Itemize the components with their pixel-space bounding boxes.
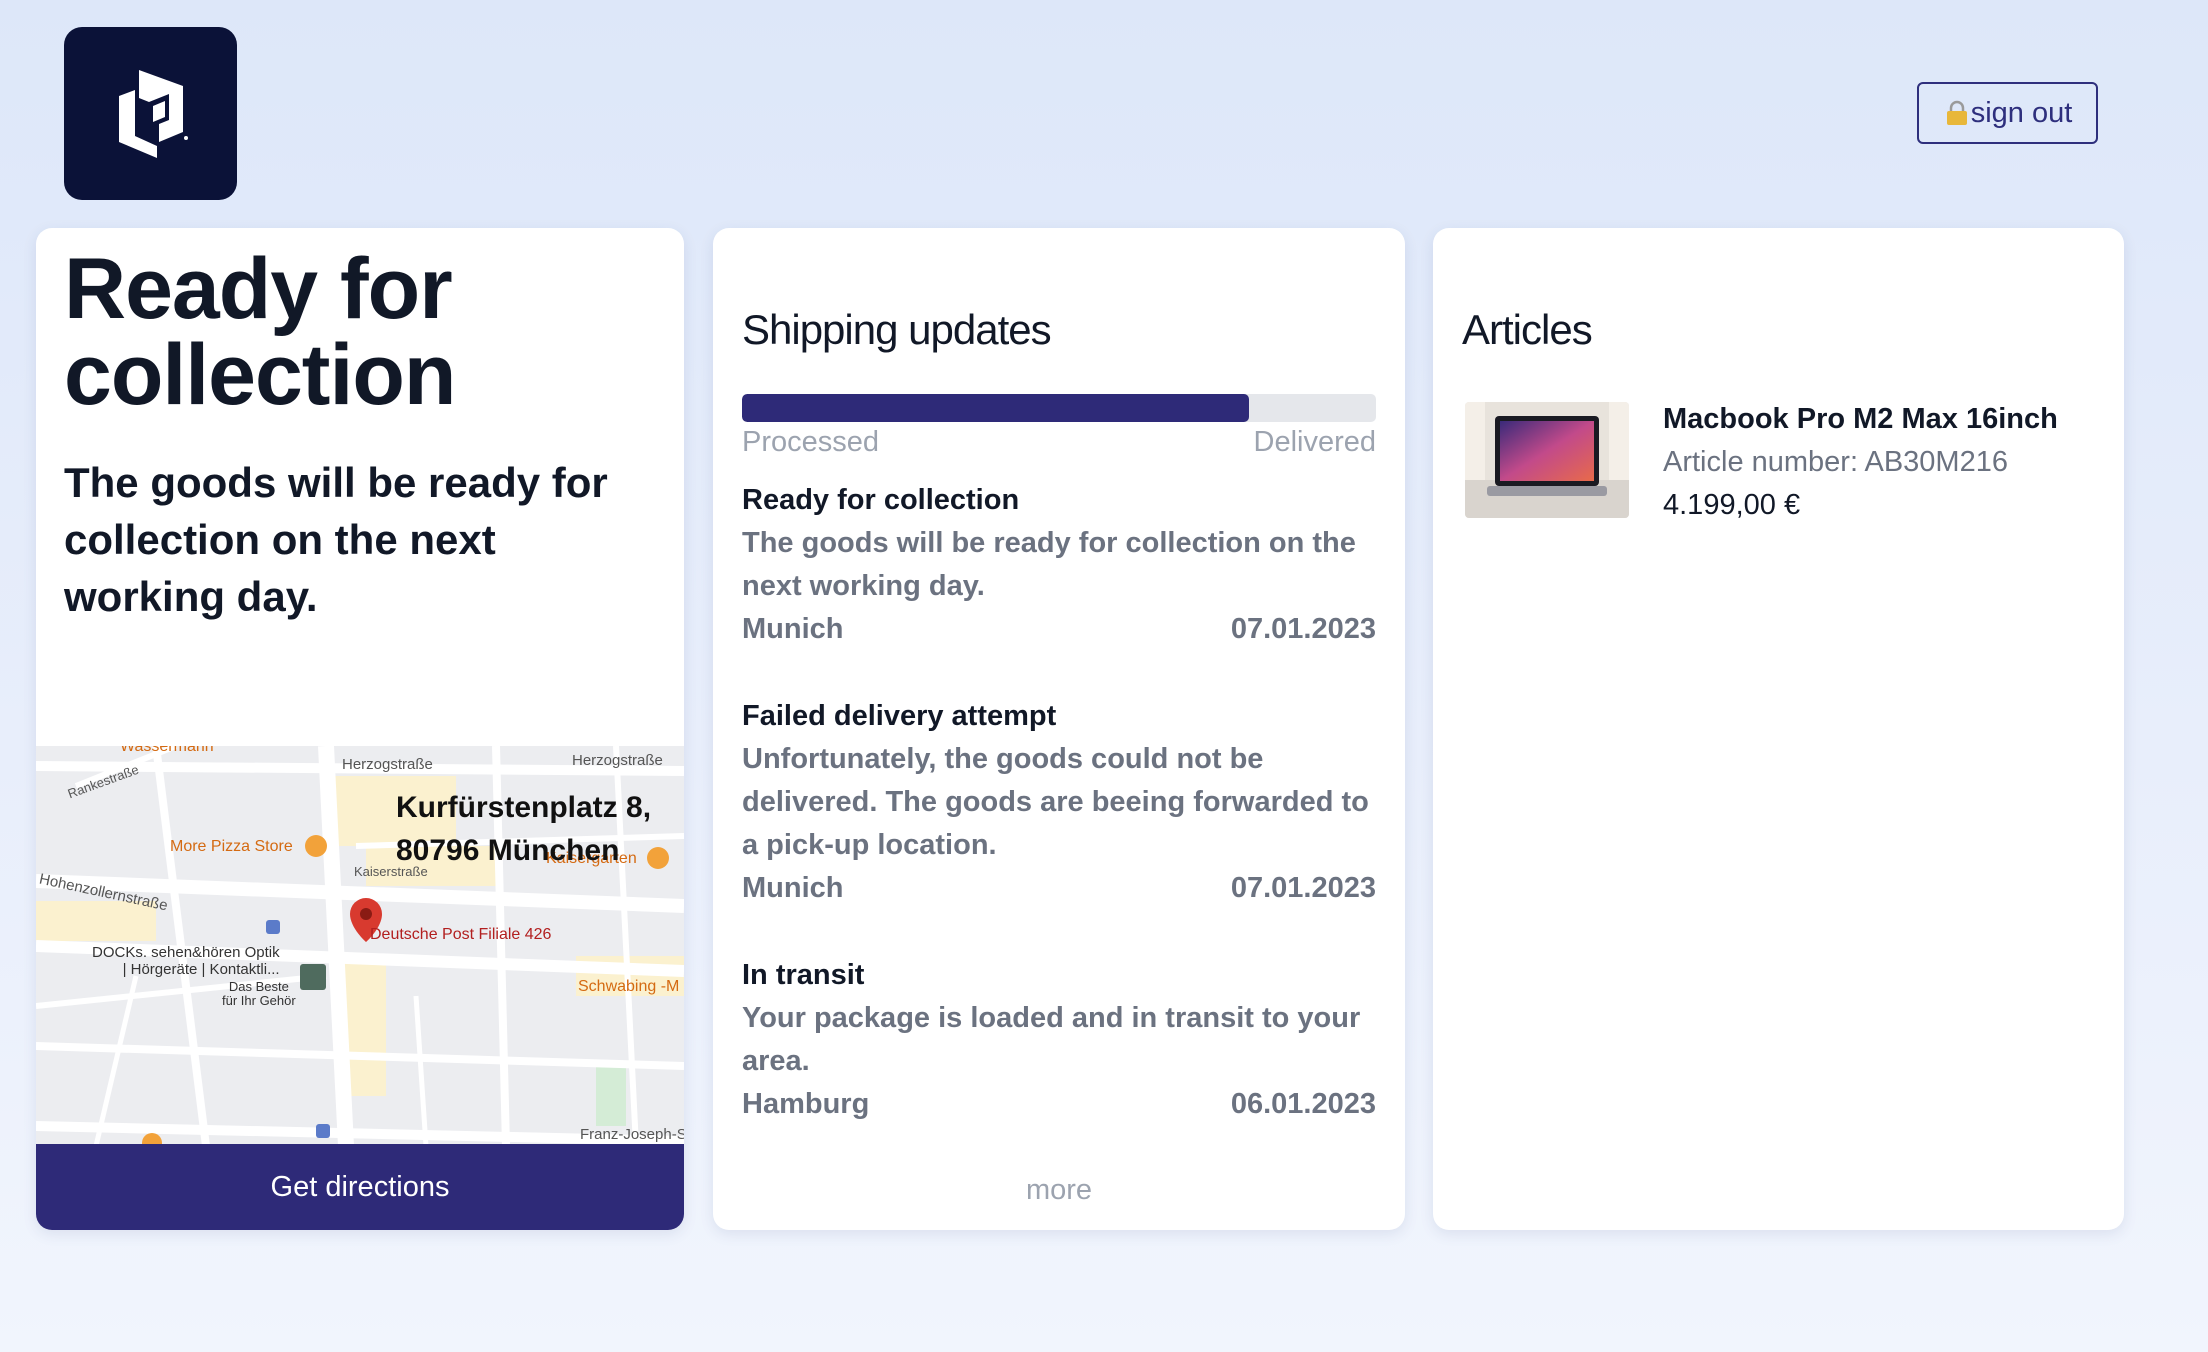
update-date: 07.01.2023 — [1230, 613, 1376, 645]
sign-out-label: sign out — [1970, 96, 2073, 129]
sign-out-button[interactable]: sign out — [1917, 82, 2098, 144]
article-image — [1465, 402, 1629, 518]
shipping-title: Shipping updates — [742, 306, 1052, 353]
article-name: Macbook Pro M2 Max 16inch — [1663, 403, 2058, 435]
update-location: Munich — [742, 613, 844, 645]
logo — [64, 27, 237, 200]
update-text: Your package is loaded and in transit to… — [742, 1002, 1361, 1077]
pickup-subtitle: The goods will be ready for collection o… — [64, 459, 608, 620]
map[interactable]: Herzogstraße Herzogstraße Rankestraße Ho… — [36, 746, 684, 1146]
update-title: Ready for collection — [742, 484, 1020, 516]
pickup-address: Kurfürstenplatz 8, 80796 München — [396, 791, 652, 867]
update-date: 06.01.2023 — [1230, 1088, 1376, 1120]
shipping-progress-bar — [742, 394, 1376, 422]
articles-card: Articles Macbook Pro M2 Max 16inch Artic… — [1433, 228, 2124, 1230]
map-poi-post: Deutsche Post Filiale 426 — [370, 926, 552, 943]
shipping-update: Ready for collection The goods will be r… — [742, 479, 1376, 651]
shipping-update: Failed delivery attempt Unfortunately, t… — [742, 695, 1376, 910]
progress-start-label: Processed — [742, 426, 880, 458]
update-title: Failed delivery attempt — [742, 700, 1057, 732]
update-date: 07.01.2023 — [1230, 872, 1376, 904]
article-price: 4.199,00 € — [1663, 489, 1801, 521]
map-poi-schwabing: Schwabing -M — [578, 978, 680, 995]
shipping-progress-fill — [742, 394, 1250, 422]
map-label-franz-joseph: Franz-Joseph-S — [580, 1126, 684, 1143]
map-poi-docks-sub: Das Beste für Ihr Gehör — [222, 979, 296, 1008]
update-location: Hamburg — [742, 1088, 870, 1120]
box-logo-icon — [118, 69, 188, 158]
map-poi-pizza: More Pizza Store — [170, 838, 293, 855]
shipping-card: Shipping updates Processed Delivered Rea… — [713, 228, 1405, 1230]
shipping-update: In transit Your package is loaded and in… — [742, 954, 1376, 1126]
lock-icon — [1946, 100, 1967, 125]
map-label-herzogstrasse: Herzogstraße — [342, 756, 433, 773]
more-updates-link[interactable]: more — [713, 1174, 1405, 1207]
pickup-card: Ready for collection The goods will be r… — [36, 228, 684, 1230]
update-location: Munich — [742, 872, 844, 904]
update-text: Unfortunately, the goods could not be de… — [742, 743, 1369, 861]
update-text: The goods will be ready for collection o… — [742, 527, 1356, 602]
map-poi-wassermann: Wassermann — [120, 746, 214, 755]
laptop-icon — [1465, 402, 1629, 518]
get-directions-button[interactable]: Get directions — [36, 1144, 684, 1230]
pickup-title: Ready for collection — [64, 241, 456, 423]
progress-end-label: Delivered — [1253, 426, 1377, 458]
article-number: Article number: AB30M216 — [1663, 446, 2008, 478]
map-poi-docks: DOCKs. sehen&hören Optik | Hörgeräte | K… — [92, 944, 280, 978]
map-label-herzogstrasse-2: Herzogstraße — [572, 752, 663, 769]
articles-title: Articles — [1462, 306, 1593, 353]
update-title: In transit — [742, 959, 865, 991]
